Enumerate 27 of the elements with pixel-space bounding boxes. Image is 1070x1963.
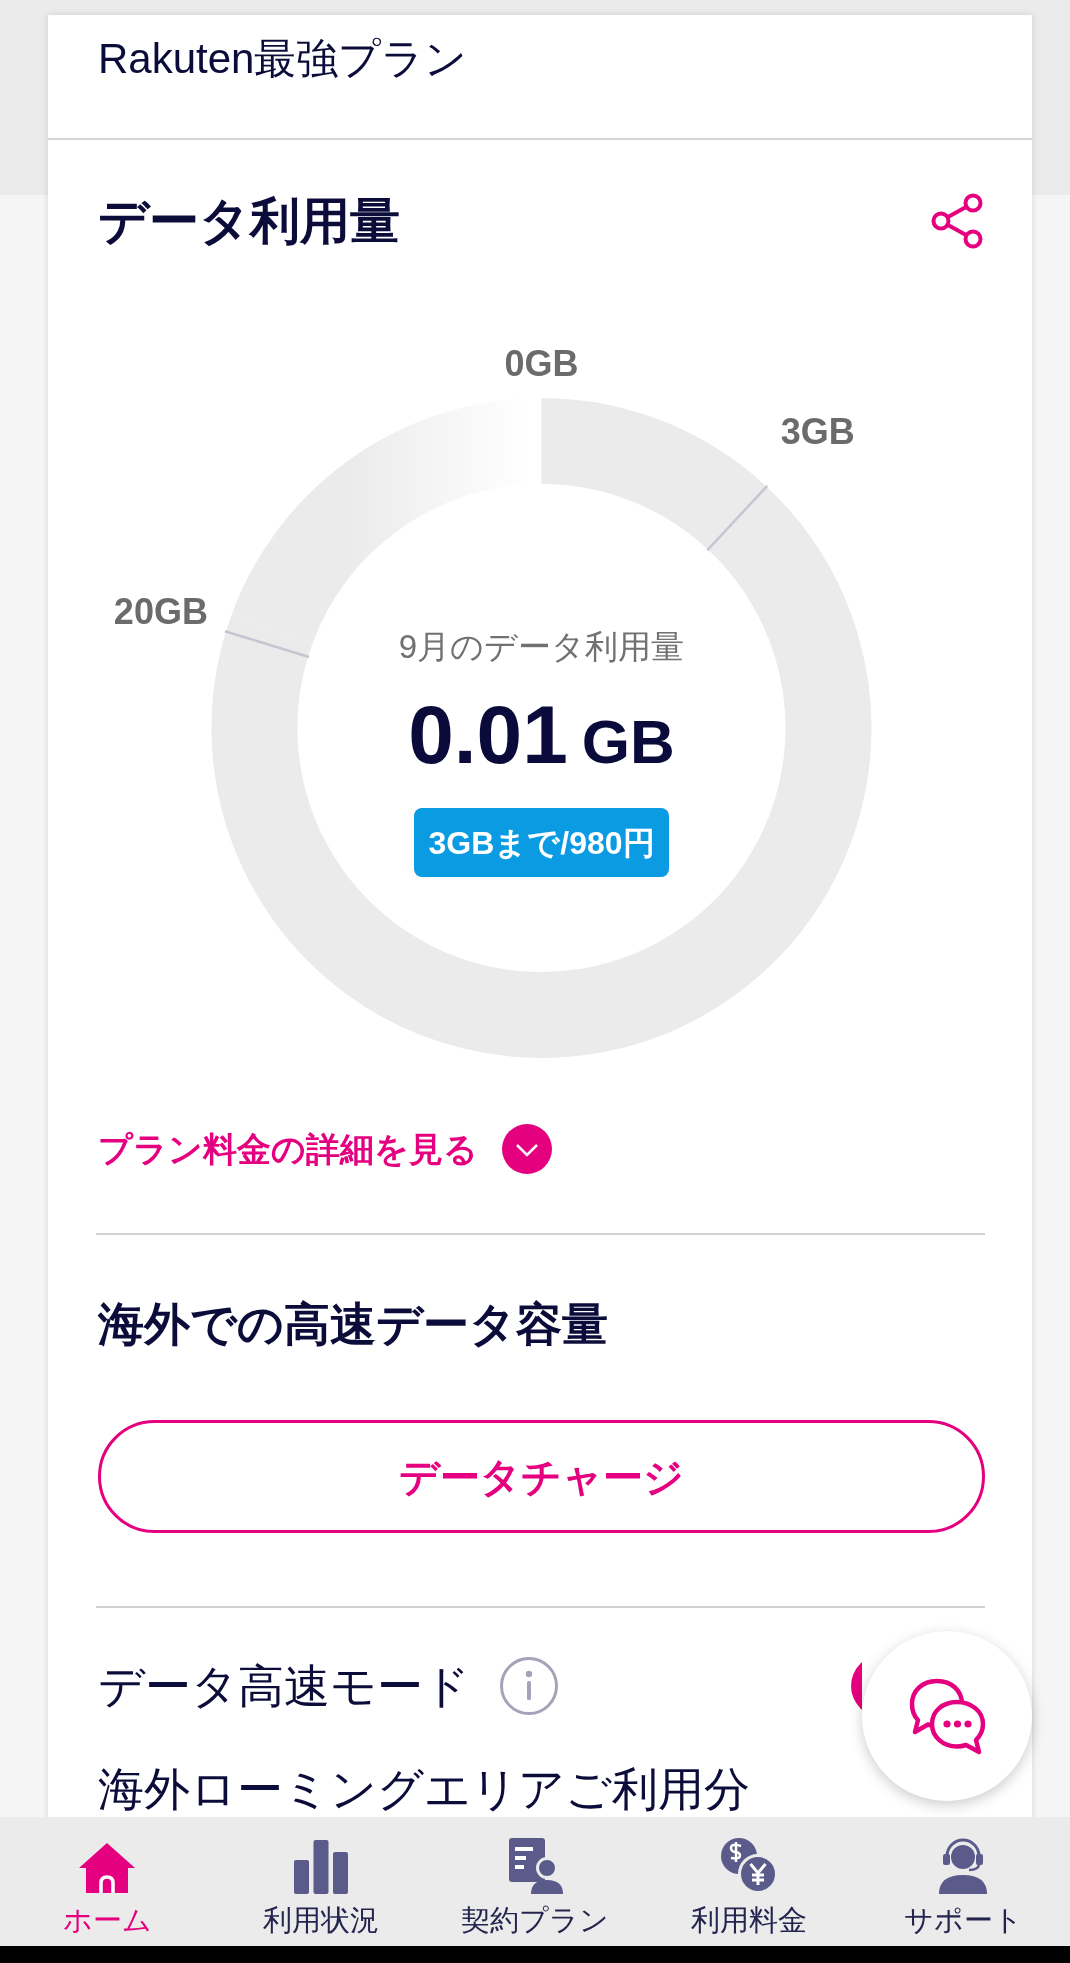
plan-badge: 3GBまで/980円: [414, 808, 669, 877]
gauge-label: 3GB: [780, 411, 855, 453]
plan-details-link[interactable]: プラン料金の詳細を見る: [98, 1124, 552, 1174]
coins-icon: [720, 1837, 778, 1894]
setting-label: データ高速モード: [98, 1659, 470, 1714]
data-charge-button[interactable]: データチャージ: [98, 1420, 985, 1533]
usage-unit: GB: [581, 706, 675, 778]
section-title: データ利用量: [98, 192, 400, 251]
section-title: 海外での高速データ容量: [98, 1297, 609, 1352]
nav-tab[interactable]: 利用状況: [214, 1817, 428, 1946]
share-icon[interactable]: [929, 193, 985, 249]
gauge-label: 0GB: [504, 342, 579, 384]
nav-tab[interactable]: サポート: [856, 1817, 1070, 1946]
nav-tab[interactable]: 契約プラン: [428, 1817, 642, 1946]
nav-tab[interactable]: ホーム: [0, 1817, 214, 1946]
setting-label: 海外ローミングエリアご利用分: [98, 1763, 751, 1815]
bar-chart-icon: [292, 1840, 350, 1894]
gauge-tick: [706, 485, 769, 552]
document-person-icon: [507, 1838, 563, 1894]
info-icon[interactable]: [500, 1657, 558, 1715]
home-icon: [78, 1842, 136, 1894]
plan-name: Rakuten最強プラン: [98, 34, 469, 84]
usage-value: 0.01: [408, 688, 568, 782]
usage-caption: 9月のデータ利用量: [398, 627, 685, 667]
gauge-label: 20GB: [113, 591, 208, 633]
chat-icon: [907, 1676, 987, 1756]
nav-tab[interactable]: 利用料金: [642, 1817, 856, 1946]
